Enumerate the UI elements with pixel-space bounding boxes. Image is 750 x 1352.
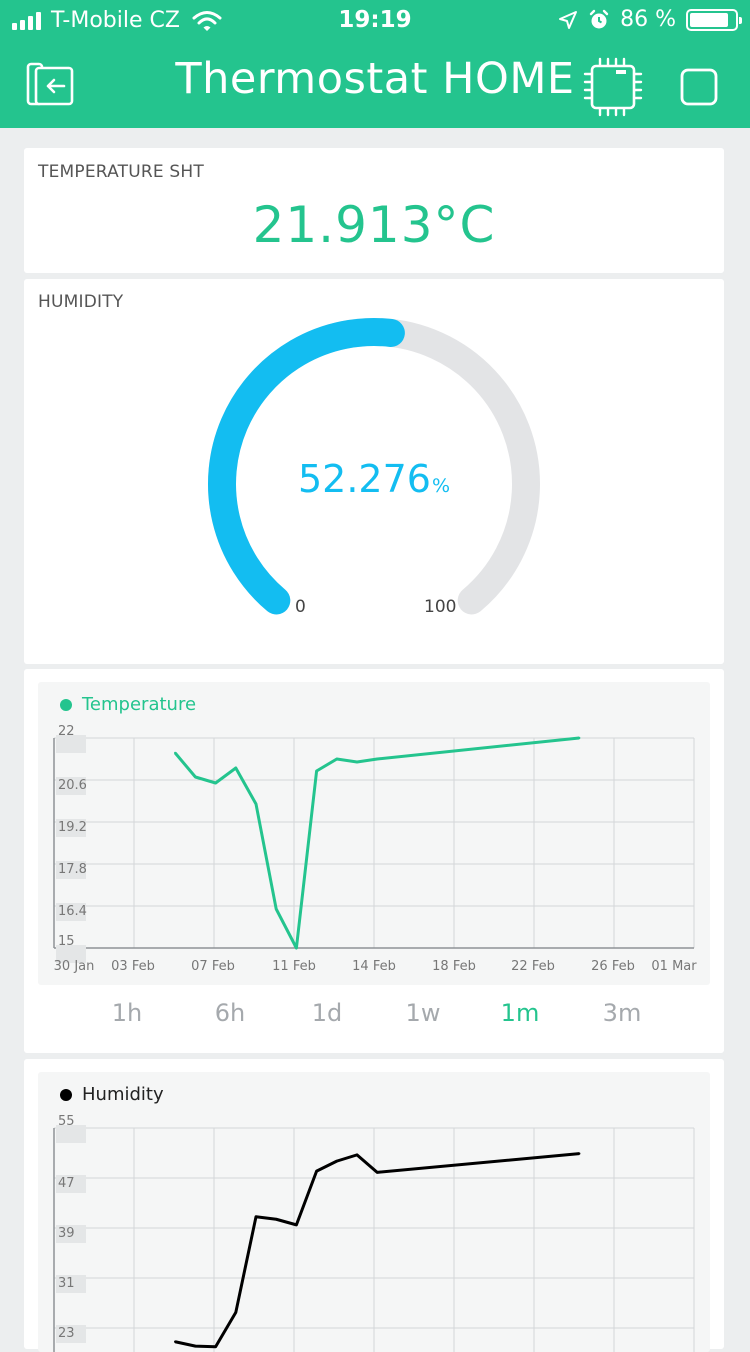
battery-icon xyxy=(686,8,742,31)
data-point xyxy=(234,766,237,770)
y-tick-label: 22 xyxy=(58,724,75,739)
temperature-plot: 22 20.6 19.2 17.8 16.4 15 30 Jan 03 Feb 07 Feb 11… xyxy=(53,724,697,974)
gauge-min-label: 0 xyxy=(295,597,306,617)
x-tick-label: 14 Feb xyxy=(352,959,396,974)
data-point xyxy=(295,946,298,950)
humidity-chart-card: Humidity 55 47 39 31 23 xyxy=(24,1059,724,1352)
y-tick-label: 15 xyxy=(58,934,75,949)
range-1h[interactable]: 1h xyxy=(87,999,167,1027)
x-tick-label: 18 Feb xyxy=(432,959,476,974)
data-point xyxy=(194,775,197,779)
series-line xyxy=(174,736,580,950)
x-tick-label: 30 Jan xyxy=(54,959,95,974)
data-point xyxy=(194,1344,197,1348)
y-tick-label: 39 xyxy=(58,1226,75,1241)
range-6h[interactable]: 6h xyxy=(190,999,270,1027)
gauge-max-label: 100 xyxy=(424,597,457,617)
data-point xyxy=(254,802,258,806)
app-header: T-Mobile CZ 19:19 86 % Thermostat HOME xyxy=(0,0,750,128)
humidity-card: HUMIDITY 52.276% 0 100 xyxy=(24,279,724,664)
data-point xyxy=(376,1171,379,1174)
data-point xyxy=(174,1340,177,1343)
y-tick-label: 47 xyxy=(58,1176,75,1191)
status-right: 86 % xyxy=(558,7,742,32)
data-point xyxy=(275,907,278,911)
data-point xyxy=(174,751,177,755)
range-1d[interactable]: 1d xyxy=(287,999,367,1027)
temperature-value: 21.913°C xyxy=(252,196,496,254)
stop-button[interactable] xyxy=(680,68,718,106)
device-chip-icon[interactable] xyxy=(582,56,644,118)
data-point xyxy=(355,760,359,764)
temperature-chart-card: Temperature 22 20.6 19.2 17.8 16.4 15 30 Jan 03… xyxy=(24,669,724,1053)
exit-button[interactable] xyxy=(26,62,78,108)
data-point xyxy=(234,1311,237,1314)
data-point xyxy=(315,769,318,773)
range-3m[interactable]: 3m xyxy=(582,999,662,1027)
y-tick-label: 20.6 xyxy=(58,778,87,793)
status-bar: T-Mobile CZ 19:19 86 % xyxy=(0,0,750,40)
humidity-unit: % xyxy=(431,475,451,497)
x-tick-label: 22 Feb xyxy=(511,959,555,974)
battery-fill xyxy=(690,12,728,27)
data-point xyxy=(275,1218,278,1221)
data-point xyxy=(578,736,581,740)
x-tick-label: 03 Feb xyxy=(111,959,155,974)
range-1m[interactable]: 1m xyxy=(480,999,560,1027)
y-tick-label: 31 xyxy=(58,1276,75,1291)
data-point xyxy=(295,1223,298,1227)
battery-percent: 86 % xyxy=(620,7,676,32)
temperature-label: TEMPERATURE SHT xyxy=(38,162,204,182)
humidity-plot: 5547393123 xyxy=(53,1114,695,1352)
x-tick-label: 11 Feb xyxy=(272,959,316,974)
data-point xyxy=(214,1345,217,1348)
y-tick-label: 16.4 xyxy=(58,904,87,919)
humidity-chart[interactable]: Humidity 55 47 39 31 23 xyxy=(38,1072,710,1352)
y-tick-label: 19.2 xyxy=(58,820,87,835)
temperature-card: TEMPERATURE SHT 21.913°C xyxy=(24,148,724,273)
alarm-icon xyxy=(589,9,609,28)
range-1w[interactable]: 1w xyxy=(383,999,463,1027)
x-tick-label: 26 Feb xyxy=(591,959,635,974)
data-point xyxy=(335,757,338,761)
grid xyxy=(53,737,695,949)
data-point xyxy=(355,1153,359,1157)
data-point xyxy=(254,1215,258,1218)
series-line xyxy=(174,1152,580,1349)
data-point xyxy=(315,1169,318,1173)
temperature-chart[interactable]: Temperature 22 20.6 19.2 17.8 16.4 15 30 Jan 03… xyxy=(38,682,710,985)
y-tick-label: 55 xyxy=(58,1114,75,1129)
range-selector: 1h 6h 1d 1w 1m 3m xyxy=(24,999,724,1039)
y-tick-label: 17.8 xyxy=(58,862,87,877)
data-point xyxy=(335,1159,338,1163)
humidity-value: 52.276 xyxy=(297,457,431,501)
x-tick-label: 01 Mar xyxy=(651,959,697,974)
data-point xyxy=(376,757,379,761)
location-arrow-icon xyxy=(559,10,578,29)
x-tick-label: 07 Feb xyxy=(191,959,235,974)
humidity-value-group: 52.276% xyxy=(24,457,724,501)
data-point xyxy=(214,781,217,785)
data-point xyxy=(578,1152,581,1155)
grid xyxy=(53,1127,695,1352)
